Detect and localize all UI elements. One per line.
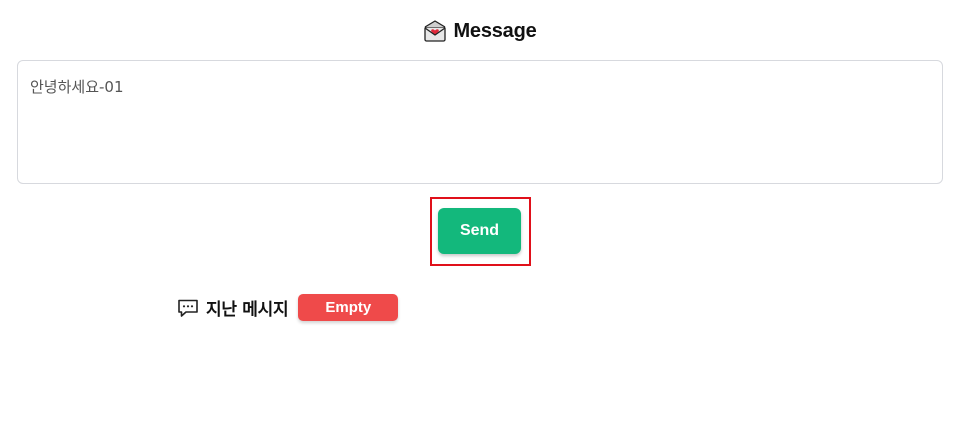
past-messages-section: 지난 메시지 Empty — [176, 294, 399, 321]
speech-bubble-icon — [176, 296, 200, 320]
send-button[interactable]: Send — [438, 208, 521, 254]
empty-status-badge: Empty — [298, 294, 399, 321]
header: Message — [0, 17, 960, 45]
envelope-with-heart-icon — [423, 19, 447, 43]
past-messages-label: 지난 메시지 — [206, 300, 289, 320]
message-input[interactable]: 안녕하세요-01 — [17, 60, 943, 184]
page-title: Message — [453, 19, 537, 42]
message-page: Message 안녕하세요-01 Send 지난 메시지 Empty — [0, 0, 960, 442]
